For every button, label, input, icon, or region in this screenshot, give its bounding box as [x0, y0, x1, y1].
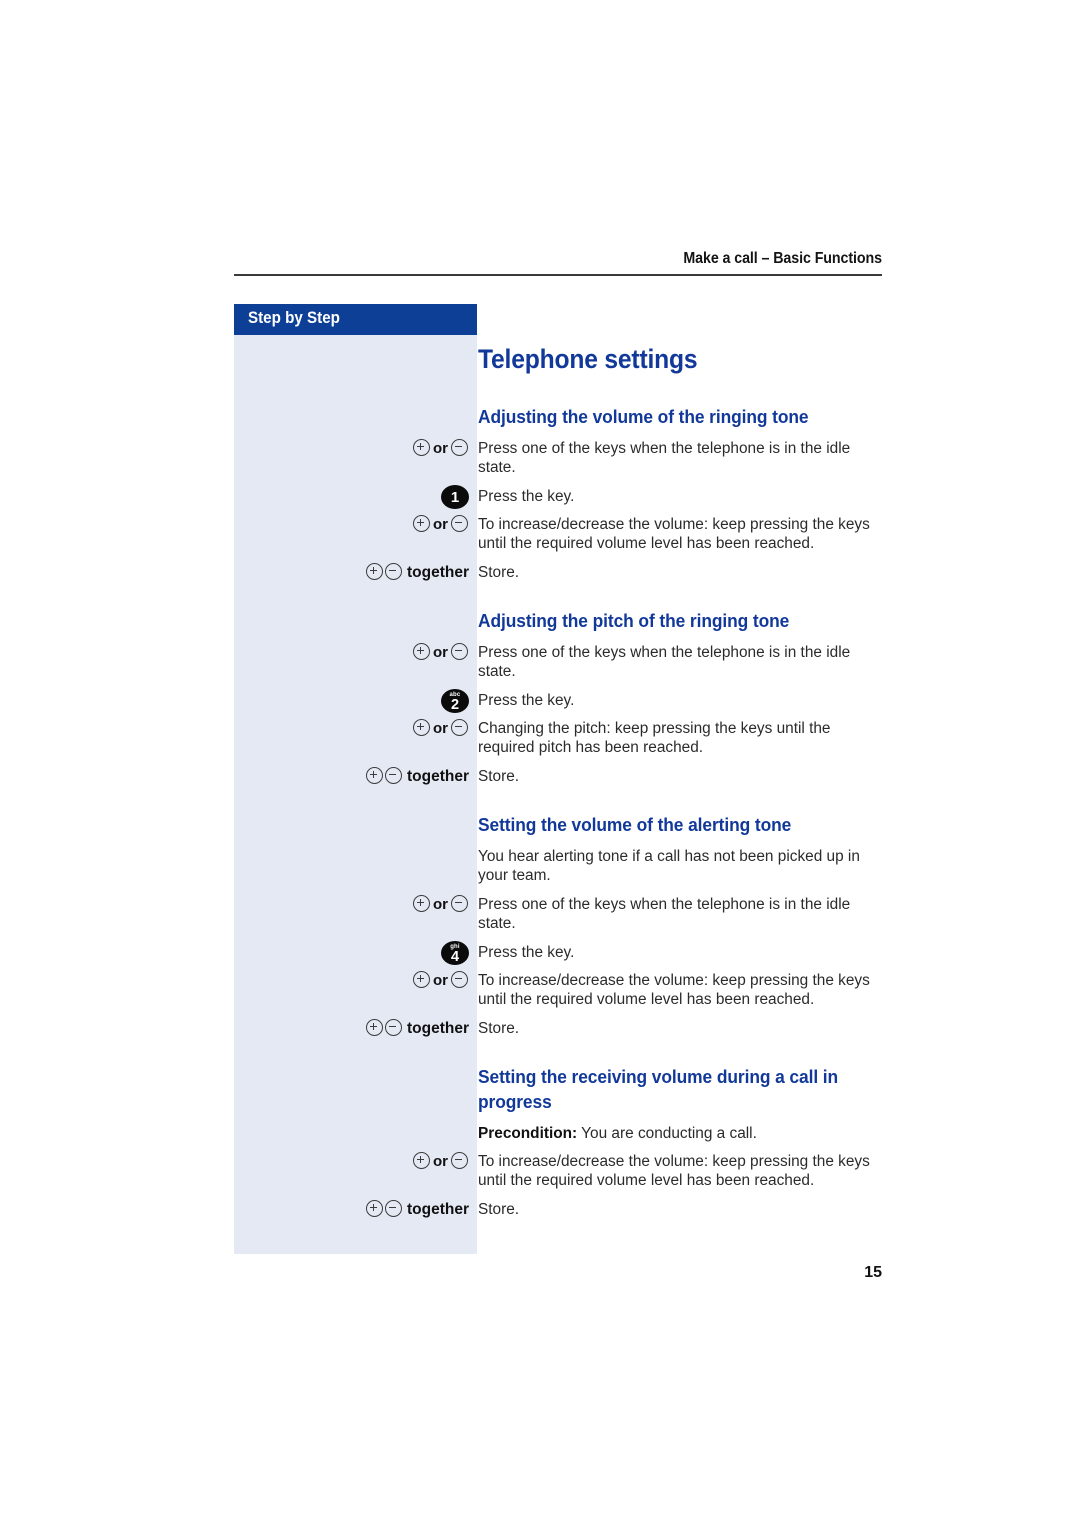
- instruction-key-label: together: [234, 1200, 469, 1219]
- instruction-key-label: or: [234, 971, 469, 990]
- circled-minus-icon[interactable]: [451, 643, 468, 660]
- or-label: or: [433, 440, 448, 457]
- instruction-key-label: together: [234, 767, 469, 786]
- precondition-label: Precondition:: [478, 1125, 578, 1142]
- instruction-text: Press the key.: [478, 692, 575, 709]
- instruction-text: Store.: [478, 1020, 520, 1037]
- keypad-key-4-icon[interactable]: ghi 4: [441, 941, 469, 965]
- circled-minus-icon[interactable]: [385, 1200, 402, 1217]
- circled-minus-icon[interactable]: [451, 1152, 468, 1169]
- sidebar-header-label: Step by Step: [248, 309, 340, 327]
- instruction-key-label: or: [234, 895, 469, 914]
- circled-minus-icon[interactable]: [385, 767, 402, 784]
- instruction-text: Press the key.: [478, 488, 575, 505]
- circled-minus-icon[interactable]: [385, 1019, 402, 1036]
- keypad-key-digit: 1: [450, 489, 460, 506]
- instruction-text: You hear alerting tone if a call has not…: [478, 848, 860, 885]
- instruction-text: Press the key.: [478, 944, 575, 961]
- together-label: together: [407, 1201, 469, 1218]
- instruction-key-label: or: [234, 719, 469, 738]
- instruction-text: Changing the pitch: keep pressing the ke…: [478, 720, 831, 757]
- instruction-text: To increase/decrease the volume: keep pr…: [478, 972, 870, 1009]
- or-label: or: [433, 972, 448, 989]
- together-label: together: [407, 768, 469, 785]
- together-label: together: [407, 564, 469, 581]
- instruction-key-label: ghi 4: [234, 941, 469, 965]
- instruction-text: To increase/decrease the volume: keep pr…: [478, 516, 870, 553]
- keypad-key-1-icon[interactable]: 1: [441, 485, 469, 509]
- keypad-key-digit: 2: [450, 696, 460, 713]
- instruction-text: Press one of the keys when the telephone…: [478, 644, 851, 681]
- instruction-key-label: together: [234, 563, 469, 582]
- instruction-text: Store.: [478, 1201, 520, 1218]
- or-label: or: [433, 516, 448, 533]
- circled-minus-icon[interactable]: [451, 515, 468, 532]
- circled-plus-icon[interactable]: [413, 643, 430, 660]
- or-label: or: [433, 644, 448, 661]
- page-number: 15: [864, 1264, 882, 1281]
- keypad-key-digit: 4: [450, 948, 460, 965]
- sidebar-header-bar: Step by Step: [234, 304, 477, 335]
- circled-minus-icon[interactable]: [451, 895, 468, 912]
- circled-plus-icon[interactable]: [413, 971, 430, 988]
- instruction-key-label: together: [234, 1019, 469, 1038]
- circled-plus-icon[interactable]: [366, 1019, 383, 1036]
- instruction-key-label: or: [234, 439, 469, 458]
- circled-plus-icon[interactable]: [413, 1152, 430, 1169]
- circled-plus-icon[interactable]: [413, 895, 430, 912]
- running-head: Make a call – Basic Functions: [683, 250, 882, 267]
- header-rule: [234, 274, 882, 276]
- instruction-text: Store.: [478, 768, 520, 785]
- instruction-text: Press one of the keys when the telephone…: [478, 440, 851, 477]
- instruction-key-label: abc 2: [234, 689, 469, 713]
- or-label: or: [433, 720, 448, 737]
- circled-minus-icon[interactable]: [385, 563, 402, 580]
- instruction-key-label: or: [234, 643, 469, 662]
- circled-plus-icon[interactable]: [366, 767, 383, 784]
- or-label: or: [433, 896, 448, 913]
- instruction-text: Precondition: You are conducting a call.: [478, 1125, 757, 1142]
- section-heading: Setting the receiving volume during a ca…: [478, 1066, 839, 1112]
- circled-plus-icon[interactable]: [413, 439, 430, 456]
- circled-plus-icon[interactable]: [366, 1200, 383, 1217]
- circled-minus-icon[interactable]: [451, 971, 468, 988]
- instruction-text: Store.: [478, 564, 520, 581]
- instruction-text: To increase/decrease the volume: keep pr…: [478, 1153, 870, 1190]
- circled-plus-icon[interactable]: [413, 515, 430, 532]
- page-title: Telephone settings: [478, 344, 698, 374]
- instruction-text: Press one of the keys when the telephone…: [478, 896, 851, 933]
- or-label: or: [433, 1153, 448, 1170]
- together-label: together: [407, 1020, 469, 1037]
- circled-minus-icon[interactable]: [451, 719, 468, 736]
- circled-minus-icon[interactable]: [451, 439, 468, 456]
- instruction-key-label: or: [234, 515, 469, 534]
- section-heading: Setting the volume of the alerting tone: [478, 814, 792, 835]
- keypad-key-2-icon[interactable]: abc 2: [441, 689, 469, 713]
- section-heading: Adjusting the pitch of the ringing tone: [478, 610, 790, 631]
- instruction-key-label: or: [234, 1152, 469, 1171]
- circled-plus-icon[interactable]: [413, 719, 430, 736]
- manual-page: Make a call – Basic Functions Step by St…: [0, 0, 1080, 1528]
- instruction-key-label: 1: [234, 485, 469, 509]
- section-heading: Adjusting the volume of the ringing tone: [478, 406, 809, 427]
- circled-plus-icon[interactable]: [366, 563, 383, 580]
